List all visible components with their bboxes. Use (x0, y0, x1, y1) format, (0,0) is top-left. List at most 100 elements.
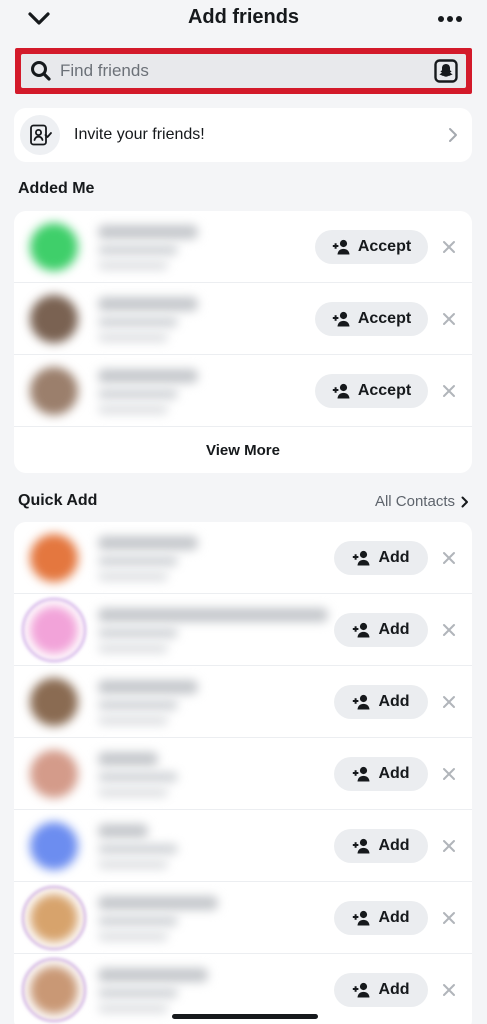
add-button[interactable]: Add (334, 757, 428, 791)
close-icon[interactable] (442, 839, 456, 853)
blurred-detail (98, 932, 168, 941)
close-icon[interactable] (442, 695, 456, 709)
blurred-detail (98, 261, 168, 270)
blurred-username (98, 245, 178, 255)
close-icon[interactable] (442, 240, 456, 254)
blurred-username (98, 916, 178, 926)
search-input[interactable] (60, 56, 420, 86)
add-friend-icon (353, 982, 370, 998)
add-friend-icon (332, 239, 350, 255)
accept-label: Accept (357, 382, 412, 399)
accept-label: Accept (357, 310, 412, 327)
added-me-row[interactable]: Accept (14, 283, 472, 355)
blurred-name (98, 536, 198, 550)
avatar[interactable] (30, 750, 78, 798)
blurred-name (98, 896, 218, 910)
add-friend-icon (353, 838, 370, 854)
header: Add friends (0, 0, 487, 40)
add-friend-icon (353, 550, 370, 566)
avatar[interactable] (30, 966, 78, 1014)
blurred-username (98, 700, 178, 710)
search-icon (31, 61, 51, 81)
quick-add-row[interactable]: Add (14, 810, 472, 882)
accept-button[interactable]: Accept (315, 374, 428, 408)
quick-add-row[interactable]: Add (14, 594, 472, 666)
all-contacts-label: All Contacts (374, 493, 455, 510)
avatar[interactable] (30, 367, 78, 415)
add-label: Add (378, 621, 410, 638)
invite-label: Invite your friends! (74, 126, 205, 143)
avatar[interactable] (30, 606, 78, 654)
blurred-name (98, 297, 198, 311)
add-friend-icon (332, 311, 350, 327)
avatar[interactable] (30, 223, 78, 271)
all-contacts-link[interactable]: All Contacts (375, 493, 469, 510)
blurred-name (98, 608, 328, 622)
ghost-profile-icon[interactable] (434, 59, 458, 83)
contact-book-icon (20, 115, 60, 155)
add-friend-icon (353, 766, 370, 782)
quick-add-list: Add Add Add Add Add Add Add (14, 522, 472, 1024)
quick-add-row[interactable]: Add (14, 882, 472, 954)
add-button[interactable]: Add (334, 541, 428, 575)
avatar[interactable] (30, 534, 78, 582)
blurred-username (98, 556, 178, 566)
close-icon[interactable] (442, 911, 456, 925)
blurred-username (98, 317, 178, 327)
chevron-right-icon (461, 496, 468, 507)
close-icon[interactable] (442, 384, 456, 398)
invite-friends-card[interactable]: Invite your friends! (14, 108, 472, 162)
page-title: Add friends (187, 6, 300, 28)
blurred-name (98, 369, 198, 383)
close-icon[interactable] (442, 983, 456, 997)
add-friend-icon (353, 910, 370, 926)
close-icon[interactable] (442, 623, 456, 637)
blurred-username (98, 628, 178, 638)
close-icon[interactable] (442, 312, 456, 326)
avatar[interactable] (30, 295, 78, 343)
avatar[interactable] (30, 894, 78, 942)
blurred-name (98, 680, 198, 694)
chevron-right-icon (449, 128, 457, 142)
blurred-name (98, 824, 148, 838)
add-friend-icon (353, 694, 370, 710)
blurred-username (98, 389, 178, 399)
accept-button[interactable]: Accept (315, 302, 428, 336)
blurred-detail (98, 860, 168, 869)
search-bar[interactable] (21, 54, 466, 88)
close-icon[interactable] (442, 767, 456, 781)
add-label: Add (378, 765, 410, 782)
blurred-detail (98, 644, 168, 653)
blurred-detail (98, 716, 168, 725)
add-button[interactable]: Add (334, 901, 428, 935)
blurred-detail (98, 788, 168, 797)
home-indicator[interactable] (172, 1014, 318, 1019)
added-me-row[interactable]: Accept (14, 211, 472, 283)
quick-add-row[interactable]: Add (14, 738, 472, 810)
more-horizontal-icon[interactable] (437, 11, 463, 27)
add-button[interactable]: Add (334, 685, 428, 719)
add-label: Add (378, 981, 410, 998)
close-icon[interactable] (442, 551, 456, 565)
add-friend-icon (332, 383, 350, 399)
view-more-button[interactable]: View More (14, 427, 472, 473)
blurred-username (98, 772, 178, 782)
add-button[interactable]: Add (334, 613, 428, 647)
avatar[interactable] (30, 678, 78, 726)
added-me-row[interactable]: Accept (14, 355, 472, 427)
add-label: Add (378, 693, 410, 710)
avatar[interactable] (30, 822, 78, 870)
added-me-title: Added Me (18, 180, 95, 197)
blurred-name (98, 225, 198, 239)
blurred-username (98, 988, 178, 998)
added-me-list: Accept Accept Accept View More (14, 211, 472, 473)
quick-add-row[interactable]: Add (14, 522, 472, 594)
blurred-detail (98, 572, 168, 581)
accept-button[interactable]: Accept (315, 230, 428, 264)
blurred-detail (98, 333, 168, 342)
add-button[interactable]: Add (334, 829, 428, 863)
quick-add-title: Quick Add (18, 492, 98, 509)
add-friend-icon (353, 622, 370, 638)
quick-add-row[interactable]: Add (14, 666, 472, 738)
add-button[interactable]: Add (334, 973, 428, 1007)
